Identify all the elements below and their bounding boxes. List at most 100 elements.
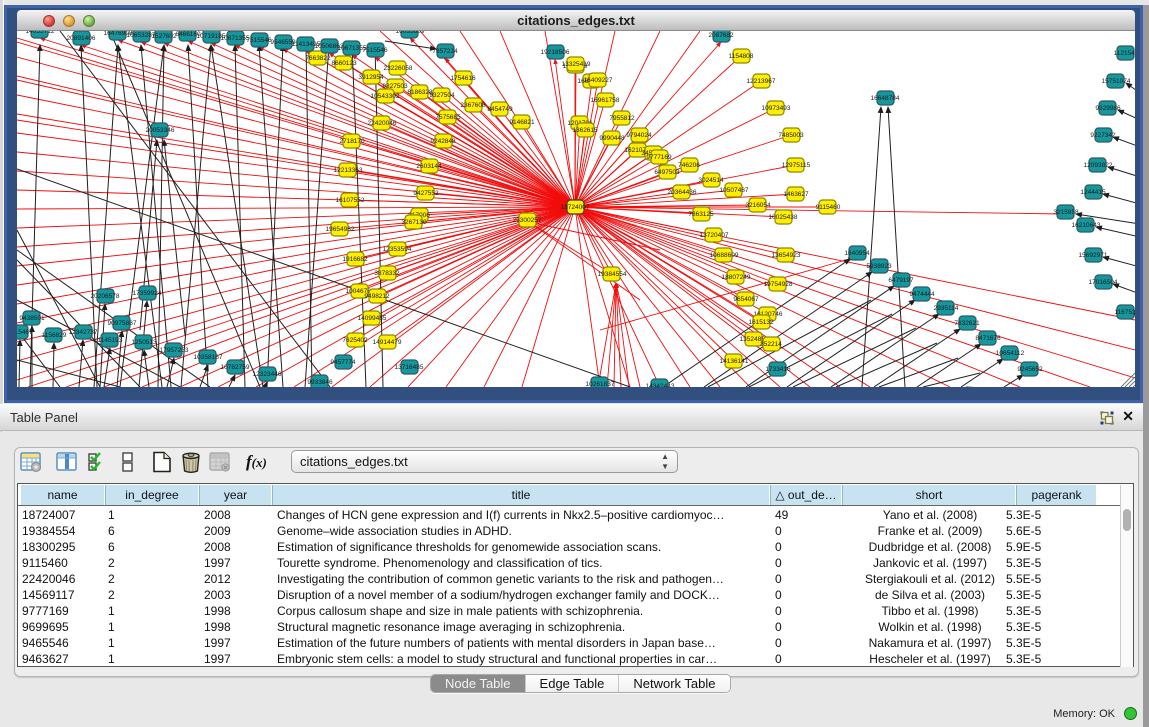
svg-text:22420046: 22420046 [368,120,397,127]
svg-text:7515546: 7515546 [362,47,388,54]
svg-text:7625402: 7625402 [342,337,368,344]
svg-text:9146821: 9146821 [509,119,535,126]
svg-text:10261837: 10261837 [586,381,615,387]
svg-text:9990448: 9990448 [599,135,625,142]
svg-text:17957253: 17957253 [160,347,189,354]
svg-text:16210643: 16210643 [1072,222,1101,229]
svg-text:3912954: 3912954 [358,74,384,81]
svg-text:9327504: 9327504 [429,92,455,99]
svg-text:9777169: 9777169 [646,154,672,161]
svg-text:1156829: 1156829 [42,332,67,339]
svg-text:1121549: 1121549 [1114,50,1135,57]
svg-text:10025438: 10025438 [769,214,798,221]
svg-text:7955812: 7955812 [609,115,635,122]
svg-text:10782759: 10782759 [221,364,250,371]
svg-text:2603144: 2603144 [416,163,442,170]
svg-text:10654112: 10654112 [996,350,1025,357]
svg-text:12975115: 12975115 [782,162,811,169]
svg-text:12213363: 12213363 [334,167,363,174]
svg-text:7575685: 7575685 [435,114,461,121]
svg-text:1527602: 1527602 [151,33,177,40]
svg-text:746206: 746206 [678,162,700,169]
svg-text:352214: 352214 [760,341,782,348]
svg-text:13716485: 13716485 [395,364,424,371]
svg-text:2087682: 2087682 [708,32,734,39]
svg-text:3024514: 3024514 [698,177,724,184]
svg-text:9457774: 9457774 [330,359,356,366]
svg-text:7663822: 7663822 [305,55,331,62]
svg-text:1615132: 1615132 [748,319,774,326]
svg-text:116753: 116753 [1114,309,1135,316]
svg-text:3216054: 3216054 [745,202,771,209]
svg-text:6479197: 6479197 [888,277,914,284]
svg-text:1362615: 1362615 [572,127,598,134]
svg-text:2935114: 2935114 [934,305,959,312]
svg-text:3915467: 3915467 [17,329,33,336]
svg-text:12093822: 12093822 [1084,162,1113,169]
svg-text:8454749: 8454749 [487,106,513,113]
svg-text:23226058: 23226058 [384,65,413,72]
svg-text:14099485: 14099485 [358,315,387,322]
svg-text:3267130: 3267130 [401,219,427,226]
svg-text:16409227: 16409227 [584,77,613,84]
svg-text:25300257: 25300257 [513,217,542,224]
svg-text:12353594: 12353594 [383,246,412,253]
svg-text:2367608: 2367608 [460,102,486,109]
svg-text:15692971: 15692971 [1079,252,1108,259]
svg-text:13325419: 13325419 [562,61,591,68]
svg-text:10507487: 10507487 [720,187,749,194]
svg-text:6497503: 6497503 [654,169,680,176]
svg-text:9427552: 9427552 [413,190,439,197]
svg-text:1463627: 1463627 [783,191,809,198]
svg-text:7485003: 7485003 [778,132,804,139]
svg-text:9474444: 9474444 [909,291,935,298]
svg-text:7515546: 7515546 [246,37,272,44]
svg-text:1733416: 1733416 [765,366,791,373]
svg-text:1250513: 1250513 [131,339,157,346]
svg-text:17359924: 17359924 [133,290,162,297]
svg-text:18807249: 18807249 [722,274,751,281]
svg-text:10358167: 10358167 [194,354,223,361]
svg-text:1145193: 1145193 [98,337,123,344]
svg-text:1640954: 1640954 [844,250,870,257]
svg-text:9654067: 9654067 [733,296,759,303]
svg-text:14914479: 14914479 [373,339,402,346]
svg-text:19218506: 19218506 [541,49,570,56]
svg-text:9438501: 9438501 [19,315,45,322]
svg-text:1916682: 1916682 [342,256,368,263]
svg-text:10543302: 10543302 [371,93,400,100]
svg-text:10973493: 10973493 [762,105,791,112]
svg-text:8660123: 8660123 [331,60,357,67]
svg-text:13654923: 13654923 [772,252,801,259]
svg-text:16961758: 16961758 [591,97,620,104]
svg-text:1244415: 1244415 [1080,189,1106,196]
svg-text:12323446: 12323446 [253,371,282,378]
svg-text:9329986: 9329986 [1095,105,1121,112]
svg-text:9933846: 9933846 [307,379,333,386]
svg-text:9115460: 9115460 [816,204,841,211]
svg-text:2718170: 2718170 [339,138,365,145]
svg-text:90975887: 90975887 [108,320,137,327]
svg-text:20206578: 20206578 [91,293,120,300]
svg-text:18724007: 18724007 [561,204,590,211]
svg-text:20364436: 20364436 [668,189,697,196]
svg-text:19654982: 19654982 [326,226,355,233]
svg-text:7857224: 7857224 [432,48,458,55]
svg-text:19754928: 19754928 [764,281,793,288]
svg-text:5938923: 5938923 [866,263,892,270]
svg-text:8471676: 8471676 [975,335,1001,342]
svg-text:13720407: 13720407 [700,232,729,239]
svg-text:16107552: 16107552 [336,197,365,204]
svg-text:9794024: 9794024 [626,132,652,139]
svg-text:10688609: 10688609 [710,252,739,259]
svg-text:14055712: 14055712 [26,31,55,35]
svg-text:9242848: 9242848 [430,138,456,145]
svg-text:19384554: 19384554 [598,271,627,278]
svg-text:7632621: 7632621 [954,320,980,327]
svg-text:16648784: 16648784 [871,95,900,102]
svg-text:3215958: 3215958 [1053,209,1079,216]
svg-text:9227342: 9227342 [1090,132,1116,139]
svg-text:1754616: 1754616 [450,75,476,82]
svg-text:9245652: 9245652 [1017,366,1043,373]
svg-text:20053346: 20053346 [146,127,175,134]
